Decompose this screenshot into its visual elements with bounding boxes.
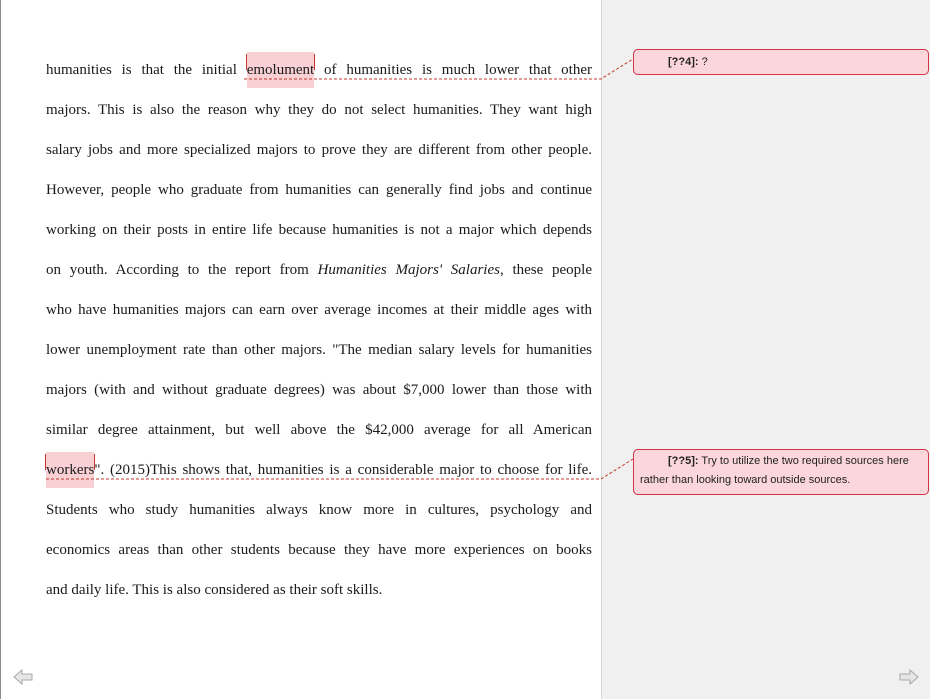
text-line: humanities is that the initial emolument… bbox=[46, 52, 592, 88]
text-line: Students who study humanities always kno… bbox=[46, 502, 592, 518]
comment-tag: [??5]: bbox=[668, 455, 699, 467]
text-line: majors (with and without graduate degree… bbox=[46, 382, 592, 398]
highlighted-text-workers[interactable]: workers bbox=[46, 452, 95, 488]
text-line: salary jobs and more specialized majors … bbox=[46, 142, 592, 158]
text-line: and daily life. This is also considered … bbox=[46, 582, 383, 598]
comment-balloon-2[interactable]: [??5]: Try to utilize the two required s… bbox=[633, 449, 929, 495]
text-line: economics areas than other students beca… bbox=[46, 542, 592, 558]
report-title: Humanities Majors' Salaries bbox=[317, 262, 500, 278]
comment-balloon-1[interactable]: [??4]: ? bbox=[633, 49, 929, 75]
highlighted-text-emolument[interactable]: emolument bbox=[246, 52, 315, 88]
comment-margin-pane bbox=[601, 0, 930, 699]
text-line: working on their posts in entire life be… bbox=[46, 222, 592, 238]
text-line: workers". (2015)This shows that, humanit… bbox=[46, 452, 592, 488]
text-line: However, people who graduate from humani… bbox=[46, 182, 592, 198]
document-page: humanities is that the initial emolument… bbox=[0, 0, 601, 699]
right-arrow-icon[interactable] bbox=[898, 668, 920, 686]
left-arrow-icon[interactable] bbox=[12, 668, 34, 686]
text-line: majors. This is also the reason why they… bbox=[46, 102, 592, 118]
text-line: who have humanities majors can earn over… bbox=[46, 302, 592, 318]
text-line: lower unemployment rate than other major… bbox=[46, 342, 592, 358]
comment-text: ? bbox=[698, 56, 708, 68]
text-line: similar degree attainment, but well abov… bbox=[46, 422, 592, 438]
comment-tag: [??4]: bbox=[668, 56, 699, 68]
text-line: on youth. According to the report from H… bbox=[46, 262, 592, 278]
